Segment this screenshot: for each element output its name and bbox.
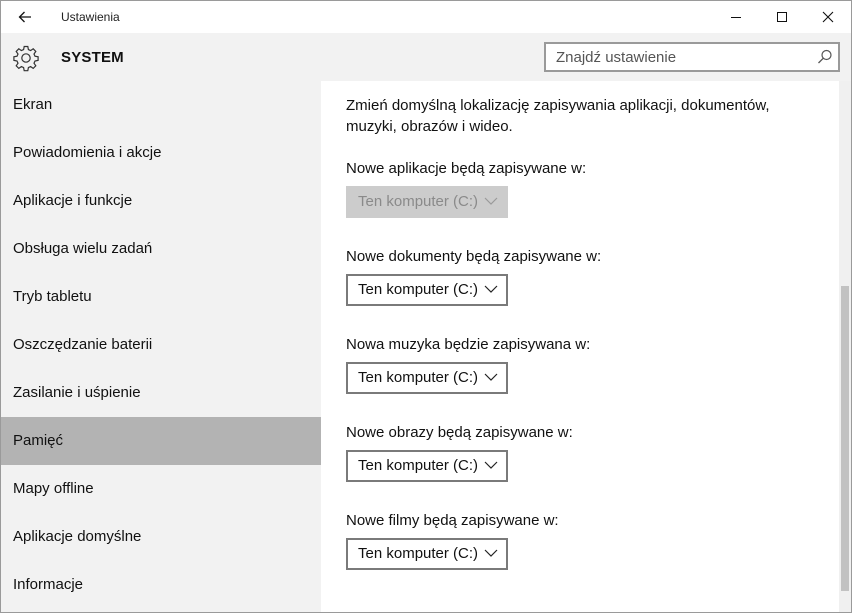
section-title: SYSTEM [61,49,124,66]
chevron-down-icon [484,285,498,293]
chevron-down-icon [484,549,498,557]
main-content: Zmień domyślną lokalizację zapisywania a… [321,81,839,612]
videos-save-label: Nowe filmy będą zapisywane w: [346,512,559,529]
sidebar-item-apps-features[interactable]: Aplikacje i funkcje [1,177,321,225]
search-box[interactable] [544,42,840,72]
sidebar-item-about[interactable]: Informacje [1,561,321,609]
storage-intro-text: Zmień domyślną lokalizację zapisywania a… [346,97,770,135]
back-button[interactable] [9,3,41,31]
sidebar-item-offline-maps[interactable]: Mapy offline [1,465,321,513]
chevron-down-icon [484,373,498,381]
music-save-label: Nowa muzyka będzie zapisywana w: [346,336,591,353]
documents-save-value: Ten komputer (C:) [358,281,479,298]
apps-save-dropdown: Ten komputer (C:) [346,186,508,218]
pictures-save-value: Ten komputer (C:) [358,457,479,474]
close-icon [822,11,834,23]
sidebar-item-tablet-mode[interactable]: Tryb tabletu [1,273,321,321]
music-save-dropdown[interactable]: Ten komputer (C:) [346,362,508,394]
settings-header: SYSTEM [1,33,851,81]
apps-save-label: Nowe aplikacje będą zapisywane w: [346,160,587,177]
sidebar-item-storage[interactable]: Pamięć [1,417,321,465]
videos-save-value: Ten komputer (C:) [358,545,479,562]
sidebar-item-ekran[interactable]: Ekran [1,81,321,129]
sidebar-nav: Ekran Powiadomienia i akcje Aplikacje i … [1,81,321,612]
settings-window: Ustawienia SYSTEM Ekran Po [0,0,852,613]
pictures-save-label: Nowe obrazy będą zapisywane w: [346,424,573,441]
sidebar-item-battery-saver[interactable]: Oszczędzanie baterii [1,321,321,369]
sidebar-item-power-sleep[interactable]: Zasilanie i uśpienie [1,369,321,417]
minimize-icon [731,17,741,18]
scrollbar[interactable] [839,81,851,612]
minimize-button[interactable] [713,1,759,33]
sidebar-item-multitasking[interactable]: Obsługa wielu zadań [1,225,321,273]
videos-save-dropdown[interactable]: Ten komputer (C:) [346,538,508,570]
sidebar-item-notifications[interactable]: Powiadomienia i akcje [1,129,321,177]
chevron-down-icon [484,461,498,469]
gear-icon [13,45,39,72]
sidebar-item-default-apps[interactable]: Aplikacje domyślne [1,513,321,561]
scrollbar-thumb[interactable] [841,286,849,591]
apps-save-value: Ten komputer (C:) [358,193,479,210]
close-button[interactable] [805,1,851,33]
documents-save-label: Nowe dokumenty będą zapisywane w: [346,248,602,265]
back-arrow-icon [18,11,31,23]
maximize-button[interactable] [759,1,805,33]
search-input[interactable] [546,44,810,70]
title-bar: Ustawienia [1,1,851,33]
search-icon[interactable] [816,48,834,66]
pictures-save-dropdown[interactable]: Ten komputer (C:) [346,450,508,482]
chevron-down-icon [484,197,498,205]
maximize-icon [777,12,787,22]
documents-save-dropdown[interactable]: Ten komputer (C:) [346,274,508,306]
music-save-value: Ten komputer (C:) [358,369,479,386]
window-title: Ustawienia [61,10,120,24]
